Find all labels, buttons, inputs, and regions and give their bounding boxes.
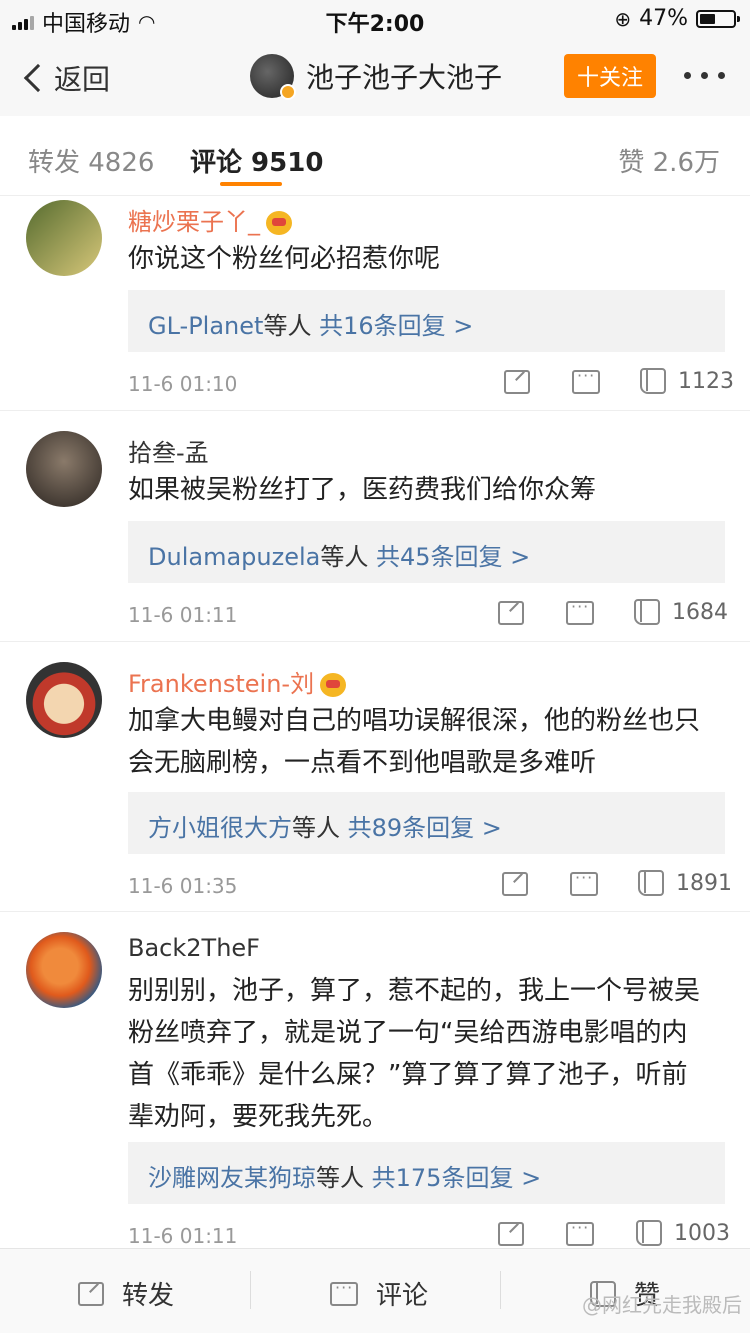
like-count: 1123 — [678, 368, 734, 394]
comment-timestamp: 11-6 01:10 — [128, 372, 238, 396]
comment-timestamp: 11-6 01:11 — [128, 603, 238, 627]
comment-item: Frankenstein-刘 加拿大电鳗对自己的唱功误解很深，他的粉丝也只 会无… — [0, 642, 750, 912]
avatar[interactable] — [26, 200, 102, 276]
active-tab-indicator — [220, 182, 282, 186]
comment-text-line: 别别别，池子，算了，惹不起的，我上一个号被吴 — [128, 976, 701, 1006]
divider — [250, 1271, 251, 1309]
watermark: @网红先走我殿后 — [582, 1293, 742, 1317]
repost-label: 转发 — [122, 1281, 175, 1311]
comment-text: 别别别，池子，算了，惹不起的，我上一个号被吴 粉丝喷弃了，就是说了一句“吴给西游… — [128, 970, 728, 1138]
comment-icon[interactable] — [570, 868, 598, 896]
avatar[interactable] — [26, 932, 102, 1008]
comment-text: 你说这个粉丝何必招惹你呢 — [128, 244, 441, 274]
comment-username[interactable]: 糖炒栗子丫_ — [128, 202, 292, 237]
comment-icon[interactable] — [572, 366, 600, 394]
like-count: 1891 — [676, 870, 732, 896]
back-button[interactable]: 返回 — [22, 58, 110, 98]
comment-icon[interactable] — [566, 597, 594, 625]
like-button[interactable]: 1891 — [638, 870, 732, 896]
comment-text-line: 会无脑刷榜，一点看不到他唱歌是多难听 — [128, 748, 597, 778]
rotation-lock-icon: ⊕ — [614, 6, 632, 31]
like-button[interactable]: 1003 — [636, 1220, 730, 1246]
comment-button[interactable]: 评论 — [330, 1275, 428, 1312]
comment-label: 评论 — [376, 1281, 429, 1311]
comment-item: Back2TheF 别别别，池子，算了，惹不起的，我上一个号被吴 粉丝喷弃了，就… — [0, 912, 750, 1248]
comment-timestamp: 11-6 01:35 — [128, 874, 238, 898]
reply-summary[interactable]: 沙雕网友某狗琼等人 共175条回复 > — [128, 1142, 725, 1204]
nav-bar: 返回 池子池子大池子 十关注 — [0, 40, 750, 116]
reply-count: 共175条回复 > — [371, 1164, 542, 1192]
comment-list: 糖炒栗子丫_ 你说这个粉丝何必招惹你呢 GL-Planet等人 共16条回复 >… — [0, 196, 750, 1248]
reply-user: Dulamapuzela — [148, 543, 321, 571]
crown-icon — [266, 211, 292, 235]
divider — [500, 1271, 501, 1309]
status-bar: 中国移动 ◠ 下午2:00 ⊕ 47% — [0, 0, 750, 40]
avatar[interactable] — [250, 54, 296, 100]
thumbs-up-icon — [634, 599, 660, 625]
like-button[interactable]: 1684 — [634, 599, 728, 625]
reply-count: 共16条回复 > — [319, 312, 474, 340]
thumbs-up-icon — [638, 870, 664, 896]
like-count: 1684 — [672, 599, 728, 625]
reply-summary[interactable]: 方小姐很大方等人 共89条回复 > — [128, 792, 725, 854]
tab-repost[interactable]: 转发 4826 — [28, 142, 154, 179]
comment-timestamp: 11-6 01:11 — [128, 1224, 238, 1248]
share-icon[interactable] — [502, 872, 528, 896]
bottom-action-bar: 转发 评论 赞 @网红先走我殿后 — [0, 1248, 750, 1333]
follow-button[interactable]: 十关注 — [564, 54, 656, 98]
battery-icon — [696, 9, 740, 28]
reply-summary[interactable]: Dulamapuzela等人 共45条回复 > — [128, 521, 725, 583]
back-label: 返回 — [54, 63, 111, 96]
repost-button[interactable]: 转发 — [78, 1275, 174, 1312]
reply-etc: 等人 — [316, 1164, 364, 1192]
thumbs-up-icon — [636, 1220, 662, 1246]
reply-user: 方小姐很大方 — [148, 814, 292, 842]
comment-icon[interactable] — [566, 1218, 594, 1246]
nav-user[interactable]: 池子池子大池子 — [250, 54, 503, 100]
comment-username[interactable]: Frankenstein-刘 — [128, 664, 347, 699]
comment-icon — [330, 1278, 358, 1306]
comment-username[interactable]: 拾叁-孟 — [128, 433, 209, 468]
tab-likes[interactable]: 赞 2.6万 — [618, 142, 720, 179]
comment-text-line: 辈劝阿，要死我先死。 — [128, 1102, 389, 1132]
comment-text: 加拿大电鳗对自己的唱功误解很深，他的粉丝也只 会无脑刷榜，一点看不到他唱歌是多难… — [128, 700, 728, 784]
comment-text-line: 粉丝喷弃了，就是说了一句“吴给西游电影唱的内 — [128, 1018, 688, 1048]
share-icon[interactable] — [504, 370, 530, 394]
reply-etc: 等人 — [263, 312, 312, 340]
comment-text-line: 加拿大电鳗对自己的唱功误解很深，他的粉丝也只 — [128, 706, 701, 736]
crown-icon — [320, 673, 347, 697]
avatar[interactable] — [26, 431, 102, 507]
reply-etc: 等人 — [292, 814, 340, 842]
reply-etc: 等人 — [320, 543, 369, 571]
comment-username[interactable]: Back2TheF — [128, 934, 260, 962]
comment-text: 如果被吴粉丝打了，医药费我们给你众筹 — [128, 475, 597, 505]
like-count: 1003 — [674, 1220, 730, 1246]
reply-count: 共45条回复 > — [375, 543, 531, 571]
comment-item: 糖炒栗子丫_ 你说这个粉丝何必招惹你呢 GL-Planet等人 共16条回复 >… — [0, 196, 750, 411]
share-icon — [78, 1281, 104, 1306]
more-icon[interactable] — [684, 72, 725, 79]
avatar[interactable] — [26, 662, 102, 738]
reply-user: GL-Planet — [148, 312, 264, 340]
chevron-left-icon — [23, 63, 53, 93]
verified-badge-icon — [280, 84, 296, 100]
tab-comments[interactable]: 评论 9510 — [190, 142, 323, 179]
page-title: 池子池子大池子 — [306, 61, 503, 94]
reply-count: 共89条回复 > — [347, 814, 502, 842]
comment-item: 拾叁-孟 如果被吴粉丝打了，医药费我们给你众筹 Dulamapuzela等人 共… — [0, 411, 750, 642]
tab-bar: 转发 4826 评论 9510 赞 2.6万 — [0, 116, 750, 196]
reply-user: 沙雕网友某狗琼 — [148, 1164, 316, 1192]
thumbs-up-icon — [640, 368, 666, 394]
share-icon[interactable] — [498, 1222, 524, 1246]
battery-percent: 47% — [639, 6, 688, 31]
battery-fill — [700, 13, 715, 24]
reply-summary[interactable]: GL-Planet等人 共16条回复 > — [128, 290, 725, 352]
share-icon[interactable] — [498, 601, 524, 625]
comment-text-line: 首《乖乖》是什么屎？”算了算了算了池子，听前 — [128, 1060, 688, 1090]
like-button[interactable]: 1123 — [640, 368, 734, 394]
